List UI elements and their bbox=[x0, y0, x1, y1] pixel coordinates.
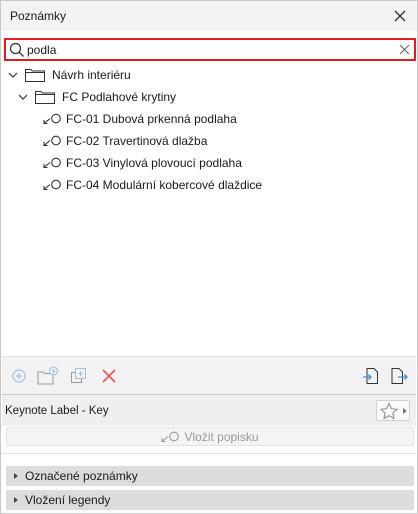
keynote-label-header: Keynote Label - Key bbox=[2, 394, 416, 426]
keynote-toolbar bbox=[2, 356, 416, 394]
delete-icon bbox=[102, 369, 116, 383]
keynote-icon bbox=[43, 157, 61, 169]
keynote-icon bbox=[43, 135, 61, 147]
search-box bbox=[4, 38, 416, 61]
tree-item-label: FC-03 Vinylová plovoucí podlaha bbox=[66, 156, 242, 170]
clear-search-icon[interactable] bbox=[398, 43, 411, 56]
duplicate-icon bbox=[71, 368, 86, 383]
tree-folder-group[interactable]: FC Podlahové krytiny bbox=[17, 86, 176, 108]
close-icon bbox=[394, 10, 406, 22]
window-title: Poznámky bbox=[10, 9, 67, 23]
import-button[interactable] bbox=[360, 365, 382, 387]
chevron-down-icon[interactable] bbox=[17, 91, 29, 103]
tree-item-label: FC-04 Modulární kobercové dlaždice bbox=[66, 178, 263, 192]
section-label: Označené poznámky bbox=[25, 469, 138, 483]
title-bar: Poznámky bbox=[1, 1, 417, 31]
keynote-tree: Návrh interiéru FC Podlahové krytiny FC-… bbox=[2, 63, 416, 355]
export-icon bbox=[391, 368, 408, 384]
section-label: Vložení legendy bbox=[25, 493, 111, 507]
add-keynote-icon bbox=[12, 369, 26, 383]
keynote-label-title: Keynote Label - Key bbox=[5, 405, 109, 417]
tree-item-label: FC-01 Dubová prkenná podlaha bbox=[66, 112, 237, 126]
divider bbox=[2, 453, 416, 454]
star-icon bbox=[379, 402, 399, 420]
keynote-icon bbox=[43, 179, 61, 191]
folder-icon bbox=[35, 91, 55, 104]
chevron-down-icon[interactable] bbox=[7, 69, 19, 81]
tree-folder-root[interactable]: Návrh interiéru bbox=[7, 64, 131, 86]
tree-item[interactable]: FC-04 Modulární kobercové dlaždice bbox=[43, 174, 262, 196]
search-input[interactable] bbox=[27, 41, 387, 58]
favorites-button[interactable] bbox=[376, 400, 410, 421]
tree-item[interactable]: FC-01 Dubová prkenná podlaha bbox=[43, 108, 237, 130]
new-folder-button[interactable] bbox=[37, 365, 59, 387]
import-icon bbox=[363, 368, 378, 384]
keynote-icon bbox=[43, 113, 61, 125]
tree-item[interactable]: FC-03 Vinylová plovoucí podlaha bbox=[43, 152, 242, 174]
close-button[interactable] bbox=[389, 5, 411, 27]
add-keynote-button[interactable] bbox=[8, 365, 30, 387]
insert-label-text: Vložit popisku bbox=[184, 429, 259, 444]
expand-arrow-icon bbox=[14, 473, 18, 479]
section-legend-placement[interactable]: Vložení legendy bbox=[6, 490, 414, 510]
tree-folder-label: Návrh interiéru bbox=[52, 68, 131, 82]
new-folder-icon bbox=[37, 366, 59, 385]
tree-folder-label: FC Podlahové krytiny bbox=[62, 90, 177, 104]
search-icon bbox=[9, 42, 24, 57]
delete-button[interactable] bbox=[98, 365, 120, 387]
folder-icon bbox=[25, 69, 45, 82]
keynote-label-icon bbox=[161, 431, 180, 442]
keynotes-palette: Poznámky Návrh interiéru bbox=[0, 0, 418, 514]
dropdown-arrow-icon bbox=[403, 408, 407, 414]
export-button[interactable] bbox=[388, 365, 410, 387]
tree-item[interactable]: FC-02 Travertinová dlažba bbox=[43, 130, 207, 152]
tree-item-label: FC-02 Travertinová dlažba bbox=[66, 134, 208, 148]
section-tagged-keynotes[interactable]: Označené poznámky bbox=[6, 466, 414, 486]
expand-arrow-icon bbox=[14, 497, 18, 503]
insert-label-button[interactable]: Vložit popisku bbox=[6, 427, 414, 446]
duplicate-button[interactable] bbox=[68, 365, 90, 387]
